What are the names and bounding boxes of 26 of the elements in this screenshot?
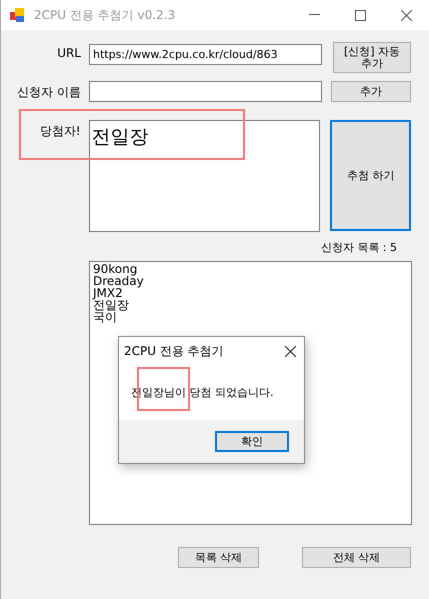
applicant-item[interactable]: 전일장 <box>93 299 408 311</box>
window-title: 2CPU 전용 추첨기 v0.2.3 <box>34 6 176 24</box>
maximize-icon[interactable] <box>354 10 366 20</box>
applicant-item[interactable]: 국이 <box>93 311 408 323</box>
applicant-item[interactable]: JMX2 <box>93 287 408 299</box>
app-icon <box>10 8 26 22</box>
winner-field: 전일장 <box>88 120 320 232</box>
applicant-item[interactable]: Dreaday <box>93 275 408 287</box>
close-icon[interactable] <box>400 10 412 20</box>
applicant-name-label: 신청자 이름 <box>16 84 81 101</box>
dialog-title: 2CPU 전용 추첨기 <box>124 342 224 360</box>
applicant-item[interactable]: 90kong <box>93 263 408 275</box>
winner-label: 당첨자! <box>38 123 81 140</box>
applicant-count: 신청자 목록 : 5 <box>320 240 397 255</box>
delete-all-button[interactable]: 전체 삭제 <box>302 547 411 568</box>
close-icon[interactable] <box>285 346 296 356</box>
auto-add-button[interactable]: [신청] 자동 추가 <box>333 42 411 73</box>
url-label: URL <box>56 45 81 60</box>
dialog-message: 전일장님이 당첨 되었습니다. <box>131 386 274 399</box>
add-button[interactable]: 추가 <box>331 81 411 102</box>
minimize-icon[interactable] <box>308 14 320 16</box>
url-field[interactable]: https://www.2cpu.co.kr/cloud/863 <box>89 44 322 65</box>
delete-list-button[interactable]: 목록 삭제 <box>178 547 259 568</box>
ok-button[interactable]: 확인 <box>215 431 289 452</box>
applicant-name-field[interactable] <box>89 81 322 102</box>
draw-button[interactable]: 추첨 하기 <box>330 120 412 231</box>
